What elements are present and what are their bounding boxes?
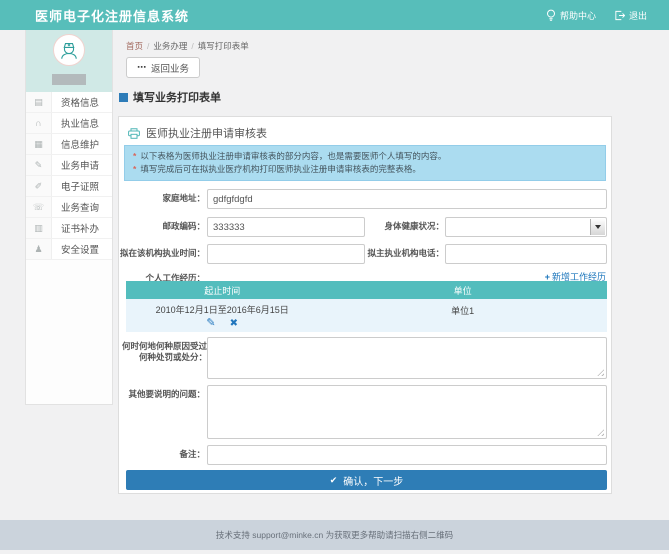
top-header: 医师电子化注册信息系统 帮助中心 退出: [0, 0, 669, 30]
help-center-link[interactable]: 帮助中心: [546, 9, 596, 22]
org-phone-label: 拟主执业机构电话：: [319, 248, 444, 259]
return-business-label: 返回业务: [151, 61, 189, 75]
sidebar-item-label: 执业信息: [52, 113, 112, 133]
check-icon: ✔: [330, 475, 338, 486]
home-address-input[interactable]: [207, 189, 607, 209]
other-issues-textarea[interactable]: [207, 385, 607, 439]
table-header-row: 起止时间 单位: [126, 281, 607, 299]
table-cell-period: 2010年12月1日至2016年6月15日 ✎ ✖: [126, 303, 318, 329]
breadcrumb-separator: /: [147, 41, 149, 51]
remark-input[interactable]: [207, 445, 607, 465]
sidebar-item-label: 电子证照: [52, 176, 112, 196]
confirm-next-label: 确认，下一步: [343, 473, 403, 488]
certificate-icon: ✐: [26, 176, 52, 196]
headset-icon: ∩: [26, 113, 52, 133]
sidebar-item-electronic-certificate[interactable]: ✐ 电子证照: [26, 176, 112, 197]
work-experience-table: 起止时间 单位 2010年12月1日至2016年6月15日 ✎ ✖ 单位1: [126, 281, 607, 332]
sidebar-menu: ▤ 资格信息 ∩ 执业信息 ▦ 信息维护 ✎ 业务申请 ✐ 电子证照 ☏ 业务查…: [26, 92, 112, 260]
user-icon: ♟: [26, 239, 52, 259]
doctor-icon: [58, 39, 80, 61]
breadcrumb-current: 填写打印表单: [198, 41, 249, 51]
sidebar-item-label: 证书补办: [52, 218, 112, 238]
lightbulb-icon: [546, 9, 556, 22]
notice-line: *填写完成后可在拟执业医疗机构打印医师执业注册申请审核表的完整表格。: [133, 163, 597, 176]
remark-label: 备注：: [119, 449, 205, 460]
punishment-textarea[interactable]: [207, 337, 607, 379]
bullet-icon: *: [133, 151, 136, 161]
help-center-label: 帮助中心: [560, 9, 596, 22]
document-icon: ▤: [26, 92, 52, 112]
home-address-label: 家庭地址：: [119, 193, 205, 204]
printer-icon: [128, 128, 140, 139]
return-business-button[interactable]: ⋯ 返回业务: [126, 57, 200, 78]
delete-row-icon[interactable]: ✖: [230, 318, 238, 329]
sidebar-item-label: 业务申请: [52, 155, 112, 175]
table-header-unit: 单位: [318, 284, 607, 297]
sidebar-item-label: 安全设置: [52, 239, 112, 259]
back-icon: ⋯: [137, 62, 146, 73]
sidebar-item-qualification-info[interactable]: ▤ 资格信息: [26, 92, 112, 113]
table-header-period: 起止时间: [126, 284, 318, 297]
idcard-icon: ▦: [26, 134, 52, 154]
notice-box: *以下表格为医师执业注册申请审核表的部分内容，也是需要医师个人填写的内容。 *填…: [124, 145, 606, 181]
sidebar-item-label: 业务查询: [52, 197, 112, 217]
edit-icon: ✎: [26, 155, 52, 175]
sidebar: ▤ 资格信息 ∩ 执业信息 ▦ 信息维护 ✎ 业务申请 ✐ 电子证照 ☏ 业务查…: [25, 30, 113, 405]
sidebar-item-practice-info[interactable]: ∩ 执业信息: [26, 113, 112, 134]
health-status-label: 身体健康状况：: [319, 221, 444, 232]
practice-time-label: 拟在该机构执业时间：: [119, 248, 205, 259]
sidebar-item-business-query[interactable]: ☏ 业务查询: [26, 197, 112, 218]
avatar[interactable]: [53, 34, 85, 66]
notice-line: *以下表格为医师执业注册申请审核表的部分内容，也是需要医师个人填写的内容。: [133, 150, 597, 163]
user-profile-box: [26, 30, 112, 92]
chevron-down-icon: [590, 219, 605, 235]
row-actions: ✎ ✖: [126, 318, 318, 329]
square-bullet-icon: [119, 93, 128, 102]
sidebar-item-label: 信息维护: [52, 134, 112, 154]
page-title: 填写业务打印表单: [119, 89, 221, 105]
bullet-icon: *: [133, 164, 136, 174]
app-window: 医师电子化注册信息系统 帮助中心 退出: [0, 0, 669, 554]
punishment-label: 何时何地何种原因受过何种处罚或处分：: [121, 341, 207, 363]
table-row: 2010年12月1日至2016年6月15日 ✎ ✖ 单位1: [126, 299, 607, 332]
other-issues-label: 其他要说明的问题：: [119, 389, 205, 400]
sidebar-item-info-maintenance[interactable]: ▦ 信息维护: [26, 134, 112, 155]
sidebar-item-certificate-reissue[interactable]: ▥ 证书补办: [26, 218, 112, 239]
breadcrumb-separator: /: [191, 41, 193, 51]
logout-label: 退出: [629, 9, 647, 22]
edit-row-icon[interactable]: ✎: [206, 318, 215, 329]
app-title: 医师电子化注册信息系统: [35, 6, 189, 25]
org-phone-input[interactable]: [445, 244, 607, 264]
page-footer: 技术支持 support@minke.cn 为获取更多帮助请扫描右侧二维码: [0, 520, 669, 550]
confirm-next-button[interactable]: ✔ 确认，下一步: [126, 470, 607, 490]
sidebar-item-business-application[interactable]: ✎ 业务申请: [26, 155, 112, 176]
user-name-redacted: [52, 74, 86, 85]
breadcrumb-home[interactable]: 首页: [126, 41, 143, 51]
table-cell-unit: 单位1: [318, 303, 607, 329]
breadcrumb-business[interactable]: 业务办理: [153, 41, 187, 51]
header-actions: 帮助中心 退出: [546, 0, 647, 30]
logout-icon: [614, 10, 625, 21]
logout-link[interactable]: 退出: [614, 9, 647, 22]
search-icon: ☏: [26, 197, 52, 217]
sidebar-item-security-settings[interactable]: ♟ 安全设置: [26, 239, 112, 260]
book-icon: ▥: [26, 218, 52, 238]
sidebar-item-label: 资格信息: [52, 92, 112, 112]
form-panel: 医师执业注册申请审核表 *以下表格为医师执业注册申请审核表的部分内容，也是需要医…: [118, 116, 612, 494]
health-status-select[interactable]: [445, 217, 607, 237]
postal-code-label: 邮政编码：: [119, 221, 205, 232]
footer-text: 技术支持 support@minke.cn 为获取更多帮助请扫描右侧二维码: [216, 529, 453, 541]
form-title: 医师执业注册申请审核表: [128, 125, 267, 141]
breadcrumb: 首页 / 业务办理 / 填写打印表单: [126, 40, 249, 52]
